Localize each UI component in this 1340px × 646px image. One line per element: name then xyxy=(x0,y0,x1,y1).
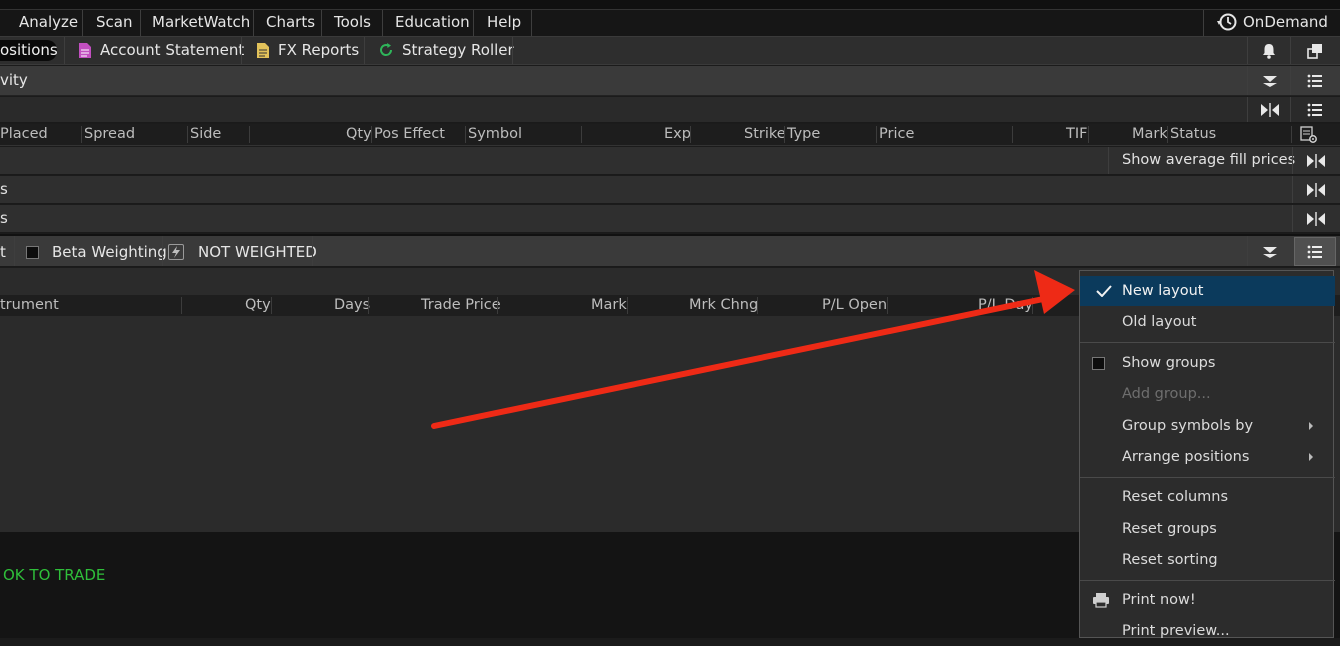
menu-item-label: Print preview... xyxy=(1122,623,1230,639)
checkmark-icon xyxy=(1096,285,1112,297)
submenu-arrow-icon xyxy=(1309,453,1313,461)
show-groups-checkbox[interactable] xyxy=(1092,357,1105,370)
menu-item-label: Reset sorting xyxy=(1122,552,1218,568)
menu-item-label: Print now! xyxy=(1122,592,1196,608)
submenu-arrow-icon xyxy=(1309,422,1313,430)
menu-item-label: Reset groups xyxy=(1122,521,1217,537)
menu-separator xyxy=(1080,477,1335,478)
menu-item-label: Old layout xyxy=(1122,314,1197,330)
menu-item-label: New layout xyxy=(1122,283,1204,299)
layout-context-menu: New layout Old layout Show groups Add gr… xyxy=(1079,270,1335,639)
menu-item-label: Arrange positions xyxy=(1122,449,1250,465)
menu-separator xyxy=(1080,342,1335,343)
menu-item-label: Reset columns xyxy=(1122,489,1229,505)
menu-item-reset-sorting[interactable]: Reset sorting xyxy=(1080,545,1335,575)
menu-item-new-layout[interactable]: New layout xyxy=(1080,276,1335,306)
menu-item-print-preview[interactable]: Print preview... xyxy=(1080,616,1335,646)
menu-item-show-groups[interactable]: Show groups xyxy=(1080,348,1335,378)
printer-icon xyxy=(1093,593,1109,608)
menu-item-label: Show groups xyxy=(1122,355,1216,371)
menu-item-reset-columns[interactable]: Reset columns xyxy=(1080,482,1335,512)
menu-item-group-symbols-by[interactable]: Group symbols by xyxy=(1080,411,1335,441)
menu-item-reset-groups[interactable]: Reset groups xyxy=(1080,514,1335,544)
menu-item-arrange-positions[interactable]: Arrange positions xyxy=(1080,442,1335,472)
menu-item-print-now[interactable]: Print now! xyxy=(1080,585,1335,615)
menu-item-old-layout[interactable]: Old layout xyxy=(1080,307,1335,337)
menu-separator xyxy=(1080,580,1335,581)
menu-item-label: Group symbols by xyxy=(1122,418,1254,434)
menu-item-add-group[interactable]: Add group... xyxy=(1080,379,1335,409)
menu-item-label: Add group... xyxy=(1122,386,1211,402)
